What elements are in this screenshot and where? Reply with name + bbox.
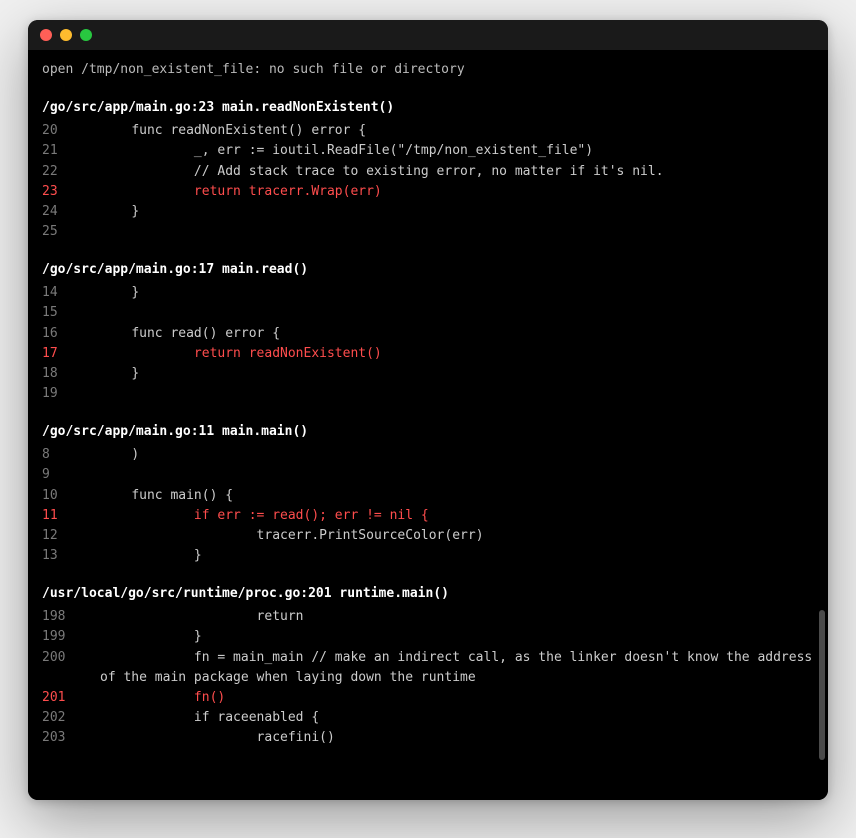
code-line: 17 return readNonExistent(): [42, 344, 814, 364]
scrollbar-thumb[interactable]: [819, 610, 825, 760]
line-number: 203: [42, 728, 100, 748]
line-number: 201: [42, 688, 100, 708]
code-line: 11 if err := read(); err != nil {: [42, 506, 814, 526]
code-content: return tracerr.Wrap(err): [100, 182, 382, 202]
line-number: 200: [42, 648, 100, 688]
terminal-window: open /tmp/non_existent_file: no such fil…: [28, 20, 828, 800]
line-number: 18: [42, 364, 100, 384]
stack-frame-header: /go/src/app/main.go:23 main.readNonExist…: [42, 98, 814, 118]
code-line: 203 racefini(): [42, 728, 814, 748]
code-line: 198 return: [42, 607, 814, 627]
code-line: 24 }: [42, 202, 814, 222]
line-number: 8: [42, 445, 100, 465]
line-number: 14: [42, 283, 100, 303]
code-line: 16 func read() error {: [42, 324, 814, 344]
line-number: 17: [42, 344, 100, 364]
code-content: fn(): [100, 688, 225, 708]
line-number: 12: [42, 526, 100, 546]
line-number: 16: [42, 324, 100, 344]
stack-frame: /usr/local/go/src/runtime/proc.go:201 ru…: [42, 584, 814, 748]
code-content: func readNonExistent() error {: [100, 121, 366, 141]
stack-frame: /go/src/app/main.go:23 main.readNonExist…: [42, 98, 814, 242]
code-line: 19: [42, 384, 814, 404]
code-line: 10 func main() {: [42, 486, 814, 506]
code-content: return readNonExistent(): [100, 344, 382, 364]
code-line: 22 // Add stack trace to existing error,…: [42, 162, 814, 182]
code-line: 199 }: [42, 627, 814, 647]
line-number: 9: [42, 465, 100, 485]
stack-frame: /go/src/app/main.go:17 main.read()14 }15…: [42, 260, 814, 404]
code-line: 18 }: [42, 364, 814, 384]
titlebar[interactable]: [28, 20, 828, 50]
code-line: 201 fn(): [42, 688, 814, 708]
code-content: tracerr.PrintSourceColor(err): [100, 526, 484, 546]
code-content: fn = main_main // make an indirect call,…: [100, 648, 814, 688]
line-number: 13: [42, 546, 100, 566]
code-line: 8 ): [42, 445, 814, 465]
code-line: 202 if raceenabled {: [42, 708, 814, 728]
code-content: func read() error {: [100, 324, 280, 344]
window-close-button[interactable]: [40, 29, 52, 41]
line-number: 24: [42, 202, 100, 222]
line-number: 198: [42, 607, 100, 627]
line-number: 15: [42, 303, 100, 323]
line-number: 202: [42, 708, 100, 728]
code-content: }: [100, 202, 139, 222]
line-number: 11: [42, 506, 100, 526]
line-number: 25: [42, 222, 100, 242]
code-content: if raceenabled {: [100, 708, 319, 728]
line-number: 19: [42, 384, 100, 404]
code-line: 9: [42, 465, 814, 485]
code-line: 200 fn = main_main // make an indirect c…: [42, 648, 814, 688]
error-message: open /tmp/non_existent_file: no such fil…: [42, 60, 814, 80]
line-number: 10: [42, 486, 100, 506]
code-line: 21 _, err := ioutil.ReadFile("/tmp/non_e…: [42, 141, 814, 161]
code-content: if err := read(); err != nil {: [100, 506, 429, 526]
code-content: }: [100, 364, 139, 384]
line-number: 22: [42, 162, 100, 182]
code-content: // Add stack trace to existing error, no…: [100, 162, 664, 182]
window-minimize-button[interactable]: [60, 29, 72, 41]
code-content: }: [100, 546, 202, 566]
code-line: 14 }: [42, 283, 814, 303]
line-number: 199: [42, 627, 100, 647]
code-content: return: [100, 607, 304, 627]
code-line: 12 tracerr.PrintSourceColor(err): [42, 526, 814, 546]
line-number: 23: [42, 182, 100, 202]
code-content: func main() {: [100, 486, 233, 506]
window-maximize-button[interactable]: [80, 29, 92, 41]
stack-frame: /go/src/app/main.go:11 main.main() 8 )910…: [42, 422, 814, 566]
stack-frame-header: /go/src/app/main.go:11 main.main(): [42, 422, 814, 442]
code-line: 25: [42, 222, 814, 242]
terminal-output[interactable]: open /tmp/non_existent_file: no such fil…: [28, 50, 828, 800]
code-content: _, err := ioutil.ReadFile("/tmp/non_exis…: [100, 141, 593, 161]
line-number: 20: [42, 121, 100, 141]
line-number: 21: [42, 141, 100, 161]
code-line: 15: [42, 303, 814, 323]
code-line: 23 return tracerr.Wrap(err): [42, 182, 814, 202]
stack-frame-header: /usr/local/go/src/runtime/proc.go:201 ru…: [42, 584, 814, 604]
code-content: }: [100, 283, 139, 303]
stack-frame-header: /go/src/app/main.go:17 main.read(): [42, 260, 814, 280]
code-line: 13 }: [42, 546, 814, 566]
code-content: ): [100, 445, 139, 465]
code-content: }: [100, 627, 202, 647]
code-line: 20 func readNonExistent() error {: [42, 121, 814, 141]
code-content: racefini(): [100, 728, 335, 748]
